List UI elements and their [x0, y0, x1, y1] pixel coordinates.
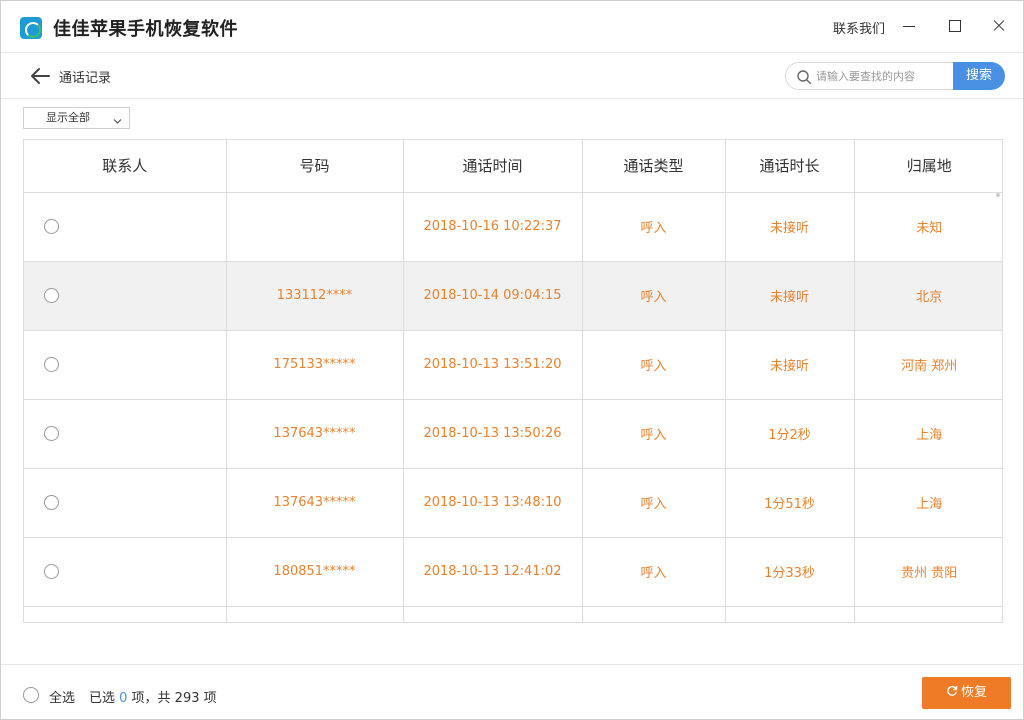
filter-select[interactable]: 显示全部 [23, 107, 130, 129]
search-box [785, 62, 953, 90]
close-icon[interactable] [984, 11, 1014, 41]
footer-bar: 全选 已选 0 项，共 293 项 恢复 [1, 664, 1023, 719]
number-cell: 137643***** [226, 468, 404, 538]
scrollbar-thumb[interactable] [996, 193, 1000, 197]
number-cell: 133112**** [226, 261, 404, 331]
row-select-radio[interactable] [44, 495, 59, 510]
header-number[interactable]: 号码 [226, 140, 404, 193]
number-cell: 180851***** [226, 537, 404, 607]
time-cell: 2018-10-13 12:41:02 [403, 537, 583, 607]
selection-summary: 已选 0 项，共 293 项 [89, 691, 217, 706]
header-duration[interactable]: 通话时长 [725, 140, 855, 193]
filter-select-value: 显示全部 [46, 111, 90, 124]
duration-cell: 未接听 [725, 261, 855, 331]
time-cell: 2018-10-14 09:04:15 [403, 261, 583, 331]
restore-button[interactable]: 恢复 [922, 677, 1011, 709]
header-type[interactable]: 通话类型 [582, 140, 726, 193]
select-all-radio[interactable] [23, 687, 39, 703]
table-header-row: 联系人 号码 通话时间 通话类型 通话时长 归属地 [24, 140, 1002, 193]
type-cell: 呼入 [582, 468, 726, 538]
minimize-icon[interactable] [894, 11, 924, 41]
row-select-radio[interactable] [44, 219, 59, 234]
duration-cell: 未接听 [725, 330, 855, 400]
chevron-down-icon [113, 113, 122, 124]
maximize-icon[interactable] [939, 11, 969, 41]
duration-cell: 未接听 [725, 192, 855, 262]
table-row[interactable]: 2018-10-16 10:22:37 呼入 未接听 未知 [24, 192, 1002, 262]
nav-bar: 通话记录 搜索 [1, 53, 1023, 99]
duration-cell: 1分51秒 [725, 468, 855, 538]
time-cell: 2018-10-16 10:22:37 [403, 192, 583, 262]
type-cell: 呼入 [582, 261, 726, 331]
page-title: 通话记录 [59, 71, 112, 86]
time-cell: 2018-10-13 13:48:10 [403, 468, 583, 538]
contact-cell [24, 261, 227, 331]
select-all-label[interactable]: 全选 [49, 687, 75, 706]
row-select-radio[interactable] [44, 288, 59, 303]
location-cell: 上海 [854, 399, 1002, 469]
header-location[interactable]: 归属地 [854, 140, 1002, 193]
back-arrow-icon[interactable] [29, 66, 51, 86]
call-log-table: 联系人 号码 通话时间 通话类型 通话时长 归属地 2018-10-16 10:… [23, 139, 1003, 623]
app-title: 佳佳苹果手机恢复软件 [53, 19, 238, 40]
type-cell: 呼入 [582, 399, 726, 469]
location-cell: 河南 郑州 [854, 330, 1002, 400]
contact-cell [24, 330, 227, 400]
table-row-partial [24, 606, 1002, 622]
table-row[interactable]: 180851***** 2018-10-13 12:41:02 呼入 1分33秒… [24, 537, 1002, 607]
table-row[interactable]: 133112**** 2018-10-14 09:04:15 呼入 未接听 北京 [24, 261, 1002, 331]
contact-cell [24, 192, 227, 262]
number-cell: 137643***** [226, 399, 404, 469]
location-cell: 未知 [854, 192, 1002, 262]
contact-cell [24, 468, 227, 538]
row-select-radio[interactable] [44, 357, 59, 372]
location-cell: 上海 [854, 468, 1002, 538]
duration-cell: 1分33秒 [725, 537, 855, 607]
table-row[interactable]: 137643***** 2018-10-13 13:50:26 呼入 1分2秒 … [24, 399, 1002, 469]
search-button[interactable]: 搜索 [953, 62, 1005, 90]
number-cell: 175133***** [226, 330, 404, 400]
location-cell: 贵州 贵阳 [854, 537, 1002, 607]
row-select-radio[interactable] [44, 426, 59, 441]
search-input[interactable] [816, 67, 948, 85]
type-cell: 呼入 [582, 537, 726, 607]
search-icon [796, 69, 812, 85]
number-cell [226, 192, 404, 262]
app-window: 佳佳苹果手机恢复软件 联系我们 通话记录 搜索 显示全部 [0, 0, 1024, 720]
location-cell: 北京 [854, 261, 1002, 331]
title-bar: 佳佳苹果手机恢复软件 联系我们 [1, 1, 1023, 53]
refresh-icon [946, 678, 958, 696]
contact-cell [24, 537, 227, 607]
table-row[interactable]: 137643***** 2018-10-13 13:48:10 呼入 1分51秒… [24, 468, 1002, 538]
contact-us-link[interactable]: 联系我们 [833, 18, 885, 37]
header-contact[interactable]: 联系人 [24, 140, 227, 193]
time-cell: 2018-10-13 13:51:20 [403, 330, 583, 400]
header-time[interactable]: 通话时间 [403, 140, 583, 193]
app-logo-icon [20, 17, 42, 39]
restore-label: 恢复 [960, 685, 987, 700]
time-cell: 2018-10-13 13:50:26 [403, 399, 583, 469]
row-select-radio[interactable] [44, 564, 59, 579]
type-cell: 呼入 [582, 192, 726, 262]
duration-cell: 1分2秒 [725, 399, 855, 469]
contact-cell [24, 399, 227, 469]
table-row[interactable]: 175133***** 2018-10-13 13:51:20 呼入 未接听 河… [24, 330, 1002, 400]
type-cell: 呼入 [582, 330, 726, 400]
